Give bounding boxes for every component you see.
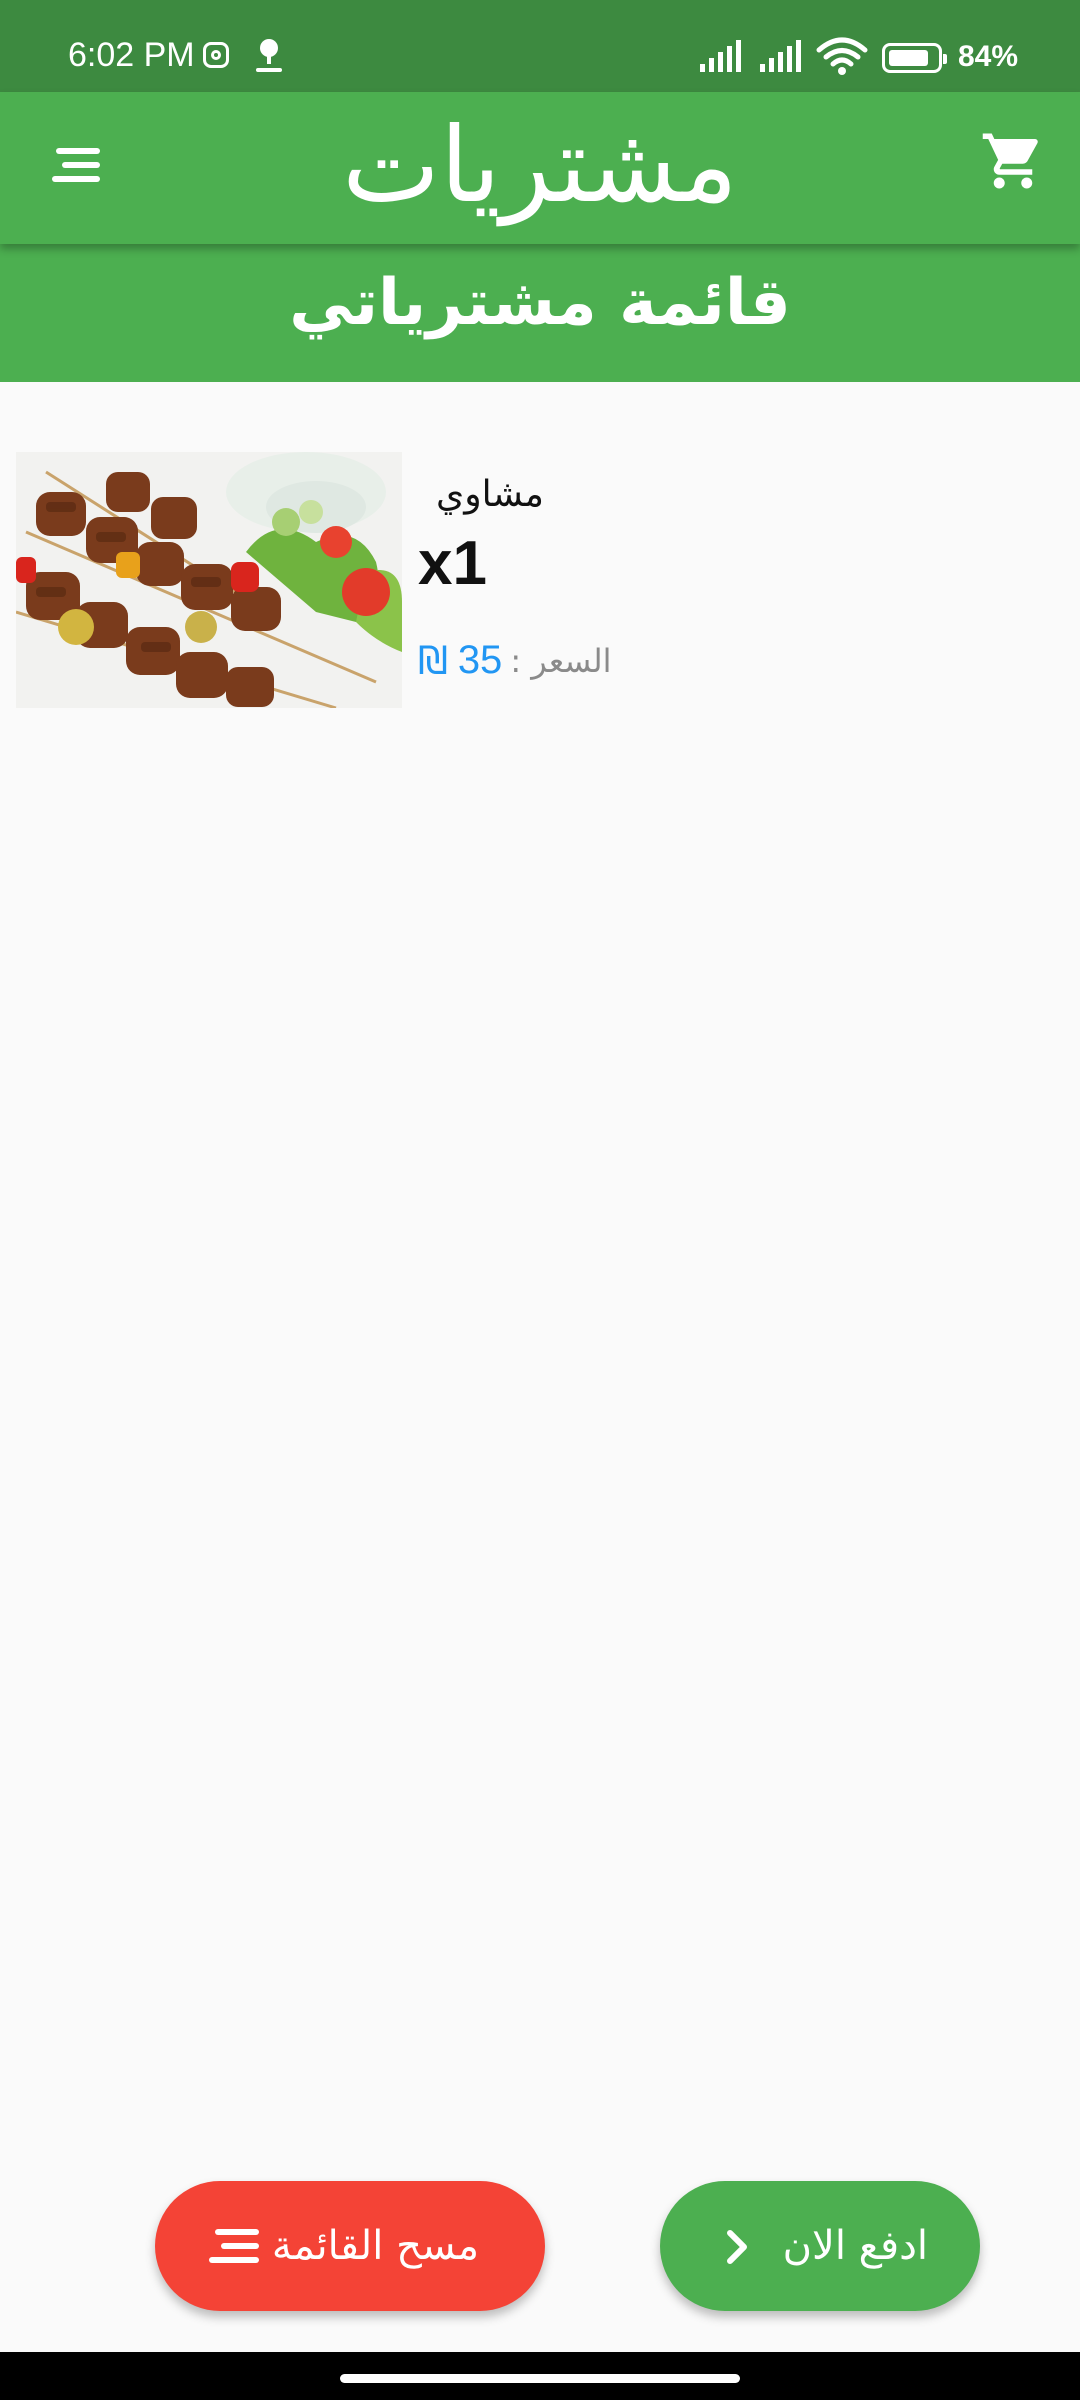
clear-list-button[interactable]: مسح القائمة [155, 2181, 545, 2311]
food-photo [16, 452, 402, 708]
item-image [16, 452, 402, 708]
signal-icon [760, 40, 801, 72]
wifi-icon [816, 37, 868, 75]
chevron-right-icon [727, 2230, 747, 2264]
subheader: قائمة مشترياتي [0, 244, 1080, 382]
pay-now-label: ادفع الان [782, 2223, 928, 2269]
instagram-icon [203, 42, 229, 68]
currency-symbol: ₪ [418, 638, 448, 683]
navigation-bar [0, 2352, 1080, 2400]
sort-icon-line [209, 2257, 259, 2263]
item-quantity: x1 [418, 529, 487, 598]
menu-icon-line [52, 176, 100, 182]
sort-icon [209, 2229, 259, 2265]
cart-icon[interactable] [980, 128, 1046, 194]
signal-icon [700, 40, 741, 72]
item-name: مشاوي [436, 474, 544, 515]
tree-icon [256, 39, 282, 72]
page-title: قائمة مشترياتي [289, 266, 791, 340]
menu-button[interactable] [48, 142, 108, 192]
sort-icon-line [215, 2229, 259, 2235]
sort-icon-line [221, 2243, 259, 2249]
cart-item[interactable]: مشاوي x1 ₪ 35 السعر : [16, 452, 1064, 712]
clear-list-label: مسح القائمة [271, 2223, 479, 2269]
app-bar: مشتريات [0, 92, 1080, 244]
status-time: 6:02 PM [68, 36, 195, 74]
menu-icon-line [56, 148, 100, 154]
status-bar: 6:02 PM 84% [0, 0, 1080, 92]
menu-icon-line [62, 162, 100, 168]
home-gesture-handle[interactable] [340, 2374, 740, 2383]
app-title: مشتريات [342, 104, 738, 226]
battery-icon [882, 43, 947, 73]
battery-percent: 84% [958, 40, 1019, 73]
price-label: السعر : [510, 641, 612, 680]
pay-now-button[interactable]: ادفع الان [660, 2181, 980, 2311]
cart-list: مشاوي x1 ₪ 35 السعر : [0, 382, 1080, 2352]
battery-level [889, 50, 928, 66]
price-value: 35 [457, 638, 503, 682]
item-price: ₪ 35 السعر : [418, 638, 612, 688]
